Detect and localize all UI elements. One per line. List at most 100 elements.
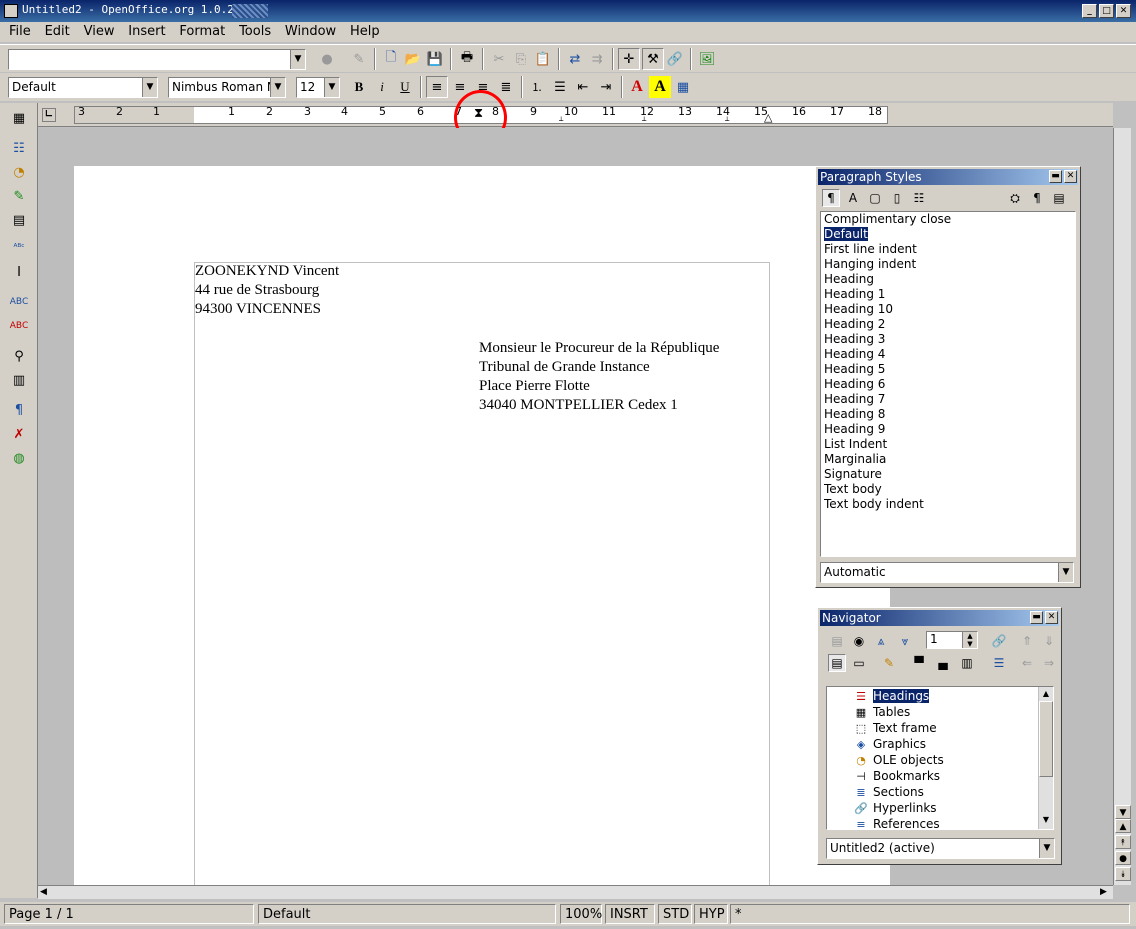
save-icon[interactable]: 💾 xyxy=(424,48,446,70)
text-autocomplete-icon[interactable]: ᴬᴮᶜ xyxy=(8,237,30,259)
nav-item-tables[interactable]: ▦ Tables xyxy=(853,704,911,720)
stylist-titlebar[interactable]: Paragraph Styles ▬ ✕ xyxy=(818,169,1078,185)
chevron-down-icon[interactable]: ▼ xyxy=(1039,839,1054,858)
numbering-styles-icon[interactable]: ☷ xyxy=(910,189,928,207)
new-document-icon[interactable]: 🗋 xyxy=(380,48,402,70)
stop-loading-icon[interactable]: ● xyxy=(316,48,338,70)
previous-object-icon[interactable]: ⩓ xyxy=(872,632,890,650)
bold-icon[interactable]: B xyxy=(348,76,370,98)
menu-format[interactable]: Format xyxy=(174,22,230,41)
paragraph-background-icon[interactable]: ▦ xyxy=(672,76,694,98)
panel-close-icon[interactable]: ✕ xyxy=(1064,170,1077,183)
style-item[interactable]: Heading 2 xyxy=(821,317,1075,332)
sender-line[interactable]: 44 rue de Strasbourg xyxy=(195,281,319,301)
online-layout-icon[interactable]: ◍ xyxy=(8,447,30,469)
content-view-icon[interactable]: ▭ xyxy=(850,654,868,672)
navigator-tree[interactable]: ☰ Headings ▦ Tables ⬚ Text frame ◈ Graphics … xyxy=(826,686,1054,830)
increase-indent-icon[interactable]: ⇥ xyxy=(595,76,617,98)
status-hyperlink-mode[interactable]: HYP xyxy=(694,904,728,924)
text-cursor-icon[interactable]: I xyxy=(8,261,30,283)
menu-tools[interactable]: Tools xyxy=(234,22,276,41)
menu-insert[interactable]: Insert xyxy=(123,22,170,41)
navigator-toggle-icon[interactable]: ✛ xyxy=(618,48,640,70)
stylist-toggle-icon[interactable]: ⚒ xyxy=(642,48,664,70)
panel-minimize-icon[interactable]: ▬ xyxy=(1049,170,1062,183)
heading-levels-icon[interactable]: ☰ xyxy=(990,654,1008,672)
status-selection-mode[interactable]: STD xyxy=(658,904,692,924)
character-styles-icon[interactable]: A xyxy=(844,189,862,207)
nav-item-sections[interactable]: ≣ Sections xyxy=(853,784,923,800)
scroll-thumb[interactable] xyxy=(1039,701,1053,777)
style-item[interactable]: Text body xyxy=(821,482,1075,497)
recipient-line[interactable]: Place Pierre Flotte xyxy=(479,377,590,397)
navigator-titlebar[interactable]: Navigator ▬ ✕ xyxy=(820,610,1059,626)
status-page-style[interactable]: Default xyxy=(258,904,556,924)
fill-format-mode-icon[interactable]: ⛭ xyxy=(1006,189,1024,207)
chevron-down-icon[interactable]: ▼ xyxy=(270,78,285,97)
sender-line[interactable]: ZOONEKYND Vincent xyxy=(195,262,339,282)
show-draw-functions-icon[interactable]: ✎ xyxy=(8,185,30,207)
footer-icon[interactable]: ▄ xyxy=(934,654,952,672)
update-style-icon[interactable]: ▤ xyxy=(1050,189,1068,207)
minimize-button[interactable]: _ xyxy=(1082,4,1097,18)
style-item[interactable]: First line indent xyxy=(821,242,1075,257)
previous-page-button[interactable]: ⯭ xyxy=(1115,835,1131,849)
open-folder-icon[interactable]: 📂 xyxy=(402,48,424,70)
paste-icon[interactable]: 📋 xyxy=(532,48,554,70)
auto-spellcheck-icon[interactable]: ABC xyxy=(8,315,30,337)
style-filter-combo[interactable]: Automatic ▼ xyxy=(820,562,1074,583)
status-page[interactable]: Page 1 / 1 xyxy=(4,904,254,924)
chevron-down-icon[interactable]: ▼ xyxy=(324,78,339,97)
tab-type-selector[interactable]: ∟ xyxy=(42,108,56,122)
chevron-down-icon[interactable]: ▼ xyxy=(142,78,157,97)
style-item-selected[interactable]: Default xyxy=(821,227,1075,242)
paragraph-style-combo[interactable]: Default ▼ xyxy=(8,77,158,98)
demote-chapter-icon[interactable]: ⇓ xyxy=(1040,632,1058,650)
style-item[interactable]: Heading 7 xyxy=(821,392,1075,407)
style-list[interactable]: Complimentary close Default First line i… xyxy=(820,211,1076,557)
recipient-line[interactable]: 34040 MONTPELLIER Cedex 1 xyxy=(479,396,678,416)
bullets-icon[interactable]: ☰ xyxy=(549,76,571,98)
horizontal-scrollbar[interactable]: ◀ ▶ xyxy=(38,885,1113,899)
style-item[interactable]: Heading 10 xyxy=(821,302,1075,317)
edit-file-icon[interactable]: ✎ xyxy=(348,48,370,70)
next-object-icon[interactable]: ⩔ xyxy=(896,632,914,650)
font-name-combo[interactable]: Nimbus Roman N ▼ xyxy=(168,77,286,98)
set-reminder-icon[interactable]: ✎ xyxy=(880,654,898,672)
promote-level-icon[interactable]: ⇐ xyxy=(1018,654,1036,672)
new-style-from-selection-icon[interactable]: ¶ xyxy=(1028,189,1046,207)
justify-icon[interactable]: ≣ xyxy=(495,76,517,98)
close-button[interactable]: ✕ xyxy=(1116,4,1131,18)
graphics-off-icon[interactable]: ✗ xyxy=(8,423,30,445)
frame-styles-icon[interactable]: ▢ xyxy=(866,189,884,207)
data-sources-icon[interactable]: ▥ xyxy=(8,369,30,391)
maximize-button[interactable]: □ xyxy=(1099,4,1114,18)
style-item[interactable]: Heading 5 xyxy=(821,362,1075,377)
find-replace-icon[interactable]: ⚲ xyxy=(8,345,30,367)
insert-fields-icon[interactable]: ☷ xyxy=(8,137,30,159)
form-functions-icon[interactable]: ▤ xyxy=(8,209,30,231)
recipient-line[interactable]: Tribunal de Grande Instance xyxy=(479,358,650,378)
recipient-line[interactable]: Monsieur le Procureur de la République xyxy=(479,339,719,359)
style-item[interactable]: Heading 4 xyxy=(821,347,1075,362)
copy-icon[interactable]: ⎘ xyxy=(510,48,532,70)
nav-item-bookmarks[interactable]: ⊣ Bookmarks xyxy=(853,768,940,784)
page-styles-icon[interactable]: ▯ xyxy=(888,189,906,207)
italic-icon[interactable]: i xyxy=(371,76,393,98)
nav-item-ole-objects[interactable]: ◔ OLE objects xyxy=(853,752,944,768)
vertical-scrollbar[interactable]: ▲ ⯭ ● ⯯ ▼ xyxy=(1113,128,1131,885)
anchor-text-icon[interactable]: ▥ xyxy=(958,654,976,672)
cut-icon[interactable]: ✂ xyxy=(488,48,510,70)
style-item[interactable]: Signature xyxy=(821,467,1075,482)
font-color-icon[interactable]: A xyxy=(626,76,648,98)
demote-level-icon[interactable]: ⇒ xyxy=(1040,654,1058,672)
align-left-icon[interactable]: ≡ xyxy=(426,76,448,98)
style-item[interactable]: List Indent xyxy=(821,437,1075,452)
drag-mode-icon[interactable]: 🔗 xyxy=(990,632,1008,650)
paragraph-styles-icon[interactable]: ¶ xyxy=(822,189,840,207)
underline-icon[interactable]: U xyxy=(394,76,416,98)
next-page-button[interactable]: ⯯ xyxy=(1115,867,1131,881)
url-combo[interactable]: ▼ xyxy=(8,49,306,70)
chevron-down-icon[interactable]: ▼ xyxy=(1058,563,1073,582)
scroll-up-icon[interactable]: ▲ xyxy=(1039,687,1053,701)
